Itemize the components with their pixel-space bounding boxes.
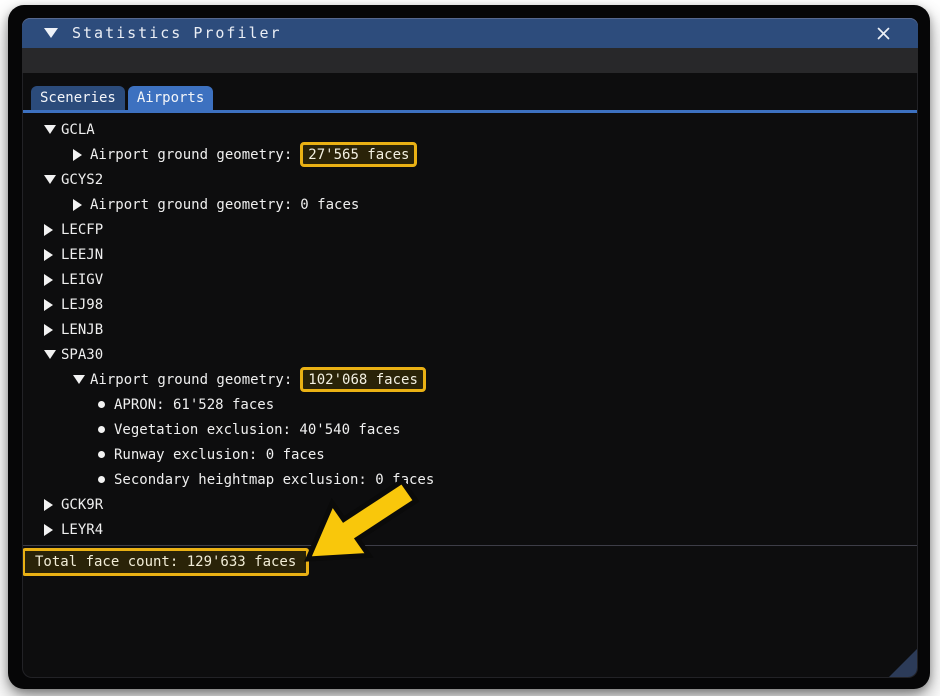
tree-row-label: SPA30 <box>61 347 103 363</box>
expanded-arrow-icon[interactable] <box>44 175 56 184</box>
tree-row[interactable]: GCYS2 <box>23 167 917 192</box>
bullet-icon <box>98 401 105 408</box>
collapsed-arrow-icon[interactable] <box>73 149 82 161</box>
tree-row-icon-cell <box>97 476 114 483</box>
tree-row-icon-cell <box>44 350 61 359</box>
tree-row-icon-cell <box>44 524 61 536</box>
tree-row[interactable]: GCLA <box>23 117 917 142</box>
collapsed-arrow-icon[interactable] <box>44 524 53 536</box>
tree-row-icon-cell <box>97 451 114 458</box>
face-count-highlight: 102'068 faces <box>300 367 426 392</box>
tree-row[interactable]: LEJ98 <box>23 292 917 317</box>
tree-row-label: LEJ98 <box>61 297 103 313</box>
tree-row-icon-cell <box>44 224 61 236</box>
collapsed-arrow-icon[interactable] <box>44 324 53 336</box>
tab-airports[interactable]: Airports <box>128 86 213 110</box>
expanded-arrow-icon[interactable] <box>44 350 56 359</box>
tree-row[interactable]: Airport ground geometry: 27'565 faces <box>23 142 917 167</box>
collapsed-arrow-icon[interactable] <box>44 249 53 261</box>
tree-row-icon-cell <box>44 274 61 286</box>
bullet-icon <box>98 426 105 433</box>
total-face-count-box: Total face count: 129'633 faces <box>22 548 309 576</box>
tree-row[interactable]: Secondary heightmap exclusion: 0 faces <box>23 467 917 492</box>
collapsed-arrow-icon[interactable] <box>44 224 53 236</box>
collapsed-arrow-icon[interactable] <box>44 299 53 311</box>
divider <box>23 545 917 546</box>
close-icon[interactable] <box>875 25 892 42</box>
tree-row-icon-cell <box>97 426 114 433</box>
tree-row-label: GCYS2 <box>61 172 103 188</box>
tree-row-label: APRON: 61'528 faces <box>114 397 274 413</box>
expanded-arrow-icon[interactable] <box>73 375 85 384</box>
tree-row-icon-cell <box>44 299 61 311</box>
tree-row[interactable]: APRON: 61'528 faces <box>23 392 917 417</box>
tab-sceneries[interactable]: Sceneries <box>31 86 125 110</box>
tree-row[interactable]: Vegetation exclusion: 40'540 faces <box>23 417 917 442</box>
tree-row-icon-cell <box>44 499 61 511</box>
collapse-window-icon[interactable] <box>44 28 58 38</box>
face-count-highlight: 27'565 faces <box>300 142 417 167</box>
tree-row-label: LEEJN <box>61 247 103 263</box>
window-title: Statistics Profiler <box>72 24 282 42</box>
tree-row[interactable]: LEIGV <box>23 267 917 292</box>
tree-row[interactable]: Airport ground geometry: 102'068 faces <box>23 367 917 392</box>
tree-row[interactable]: Airport ground geometry: 0 faces <box>23 192 917 217</box>
tree-row-label: LECFP <box>61 222 103 238</box>
tree-row-icon-cell <box>73 375 90 384</box>
tree-row-label: GCK9R <box>61 497 103 513</box>
tree-row[interactable]: LEEJN <box>23 242 917 267</box>
tree-row-label: Airport ground geometry: <box>90 372 292 388</box>
collapsed-arrow-icon[interactable] <box>73 199 82 211</box>
tree-row-label: Airport ground geometry: <box>90 147 292 163</box>
window-frame: Statistics Profiler SceneriesAirports GC… <box>22 18 918 678</box>
tree-row-label: Vegetation exclusion: 40'540 faces <box>114 422 401 438</box>
tree-row-icon-cell <box>44 175 61 184</box>
airports-tree: GCLA Airport ground geometry: 27'565 faces… <box>23 113 917 545</box>
tree-row-icon-cell <box>73 199 90 211</box>
page: Statistics Profiler SceneriesAirports GC… <box>0 0 940 696</box>
tree-row-label: GCLA <box>61 122 95 138</box>
tree-row-icon-cell <box>44 249 61 261</box>
tree-row-icon-cell <box>44 324 61 336</box>
window-titlebar[interactable]: Statistics Profiler <box>22 18 918 48</box>
tree-row[interactable]: LENJB <box>23 317 917 342</box>
tree-row[interactable]: GCK9R <box>23 492 917 517</box>
tree-row-label: LEIGV <box>61 272 103 288</box>
tree-row-label: Airport ground geometry: <box>90 197 292 213</box>
bullet-icon <box>98 451 105 458</box>
resize-grip-icon[interactable] <box>889 649 917 677</box>
tree-row-label: LENJB <box>61 322 103 338</box>
face-count-value: 0 faces <box>300 197 359 213</box>
tree-row-icon-cell <box>73 149 90 161</box>
tree-row-icon-cell <box>97 401 114 408</box>
collapsed-arrow-icon[interactable] <box>44 499 53 511</box>
titlebar-substrip <box>22 48 918 73</box>
collapsed-arrow-icon[interactable] <box>44 274 53 286</box>
statistics-profiler-window: Statistics Profiler SceneriesAirports GC… <box>8 5 930 689</box>
annotation-arrow-icon <box>280 455 430 575</box>
tab-bar: SceneriesAirports <box>31 86 213 110</box>
bullet-icon <box>98 476 105 483</box>
tree-row[interactable]: Runway exclusion: 0 faces <box>23 442 917 467</box>
tree-row[interactable]: LECFP <box>23 217 917 242</box>
total-face-count-text: Total face count: 129'633 faces <box>35 554 296 570</box>
tree-row[interactable]: LEYR4 <box>23 517 917 542</box>
expanded-arrow-icon[interactable] <box>44 125 56 134</box>
window-body: SceneriesAirports GCLA Airport ground geo… <box>22 73 918 678</box>
tree-row[interactable]: SPA30 <box>23 342 917 367</box>
tree-row-label: LEYR4 <box>61 522 103 538</box>
tree-row-icon-cell <box>44 125 61 134</box>
